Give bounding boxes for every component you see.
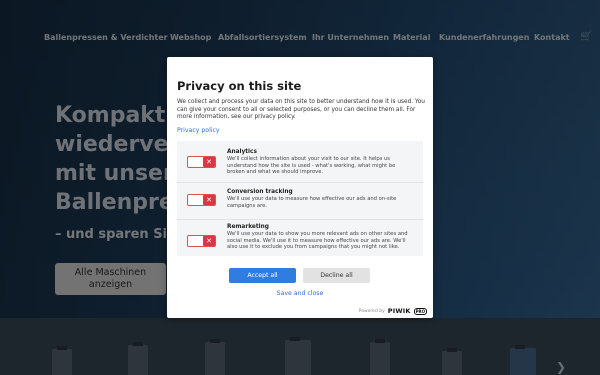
remarketing-toggle[interactable]: ✕: [187, 235, 216, 247]
conversion-tracking-toggle[interactable]: ✕: [187, 194, 216, 206]
piwik-logo[interactable]: PIWIK: [388, 307, 411, 315]
accept-all-button[interactable]: Accept all: [229, 268, 296, 283]
category-name: Remarketing: [227, 224, 269, 230]
decline-all-button[interactable]: Decline all: [303, 268, 370, 283]
privacy-policy-link[interactable]: Privacy policy: [177, 127, 220, 134]
category-description: We'll collect information about your vis…: [227, 156, 396, 175]
category-description: We'll use your data to show you more rel…: [227, 231, 408, 250]
category-conversion-tracking: ✕ Conversion tracking We'll use your dat…: [177, 183, 423, 219]
powered-by-label: Powered by: [358, 308, 385, 314]
analytics-toggle[interactable]: ✕: [187, 156, 216, 168]
category-remarketing: ✕ Remarketing We'll use your data to sho…: [177, 220, 423, 256]
close-icon: ✕: [203, 236, 215, 246]
category-name: Analytics: [227, 149, 257, 155]
category-name: Conversion tracking: [227, 189, 293, 195]
category-analytics: ✕ Analytics We'll collect information ab…: [177, 141, 423, 181]
save-and-close-button[interactable]: Save and close: [167, 290, 433, 297]
pro-badge: PRO: [413, 307, 427, 315]
powered-by: Powered by PIWIK PRO: [359, 307, 427, 315]
modal-description: We collect and process your data on this…: [177, 99, 425, 120]
privacy-consent-modal: Privacy on this site We collect and proc…: [167, 57, 433, 318]
category-description: We'll use your data to measure how effec…: [227, 196, 397, 209]
modal-title: Privacy on this site: [177, 79, 302, 93]
close-icon: ✕: [203, 195, 215, 205]
close-icon: ✕: [203, 157, 215, 167]
consent-categories: ✕ Analytics We'll collect information ab…: [177, 141, 423, 256]
